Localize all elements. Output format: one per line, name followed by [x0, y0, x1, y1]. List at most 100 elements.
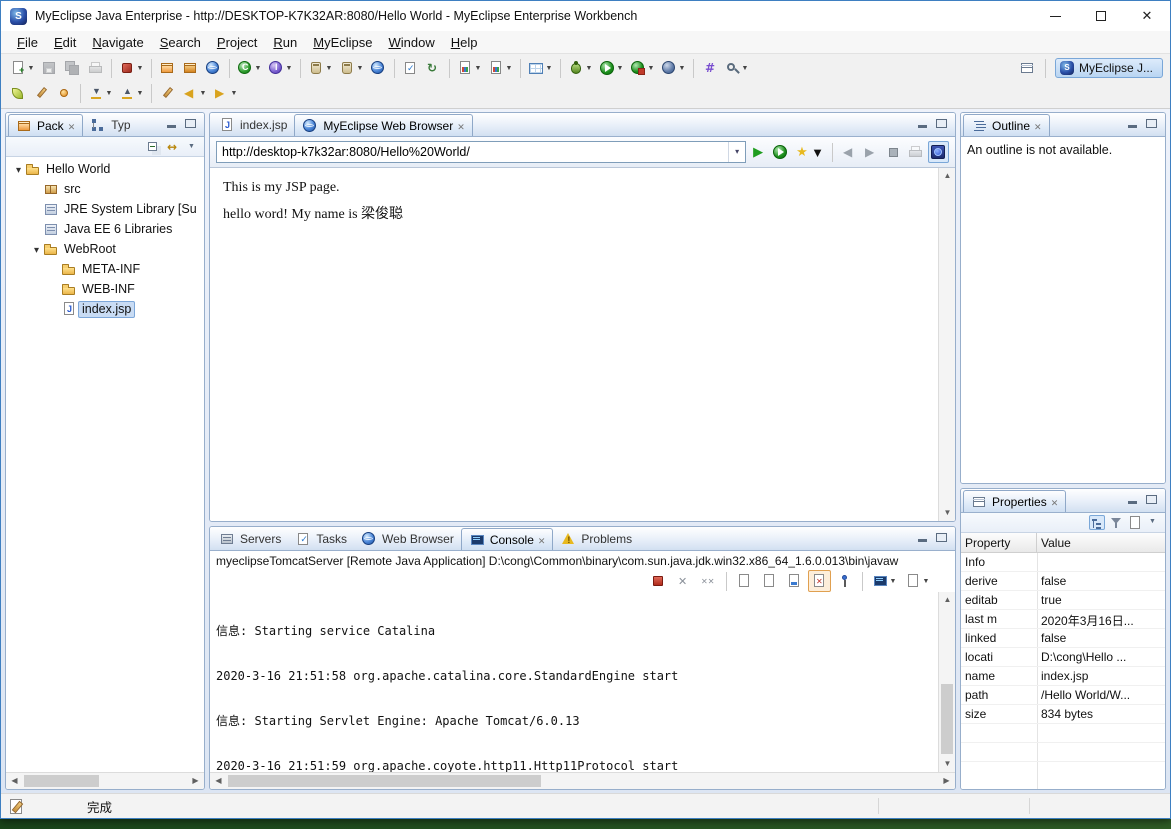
edit-annotation-button[interactable] — [30, 83, 53, 105]
menu-window[interactable]: Window — [380, 32, 442, 53]
show-stdout-button[interactable] — [783, 570, 806, 592]
scrollbar-thumb[interactable] — [941, 684, 953, 754]
show-categories-icon[interactable] — [1089, 515, 1105, 530]
import-jar-button[interactable]: ▼ — [336, 58, 367, 80]
vertical-scrollbar[interactable]: ▲ ▼ — [938, 592, 955, 772]
new-wizard-button[interactable]: ▼ — [7, 58, 38, 80]
maximize-view-button[interactable] — [1144, 493, 1159, 506]
close-button[interactable]: ✕ — [1124, 1, 1170, 31]
menu-help[interactable]: Help — [443, 32, 486, 53]
property-row[interactable]: Info — [961, 553, 1165, 572]
menu-file[interactable]: File — [9, 32, 46, 53]
myeclipse-perspective-button[interactable]: S MyEclipse J... — [1054, 58, 1163, 78]
minimize-view-button[interactable] — [164, 117, 179, 130]
maximize-view-button[interactable] — [934, 531, 949, 544]
maximize-view-button[interactable] — [1144, 117, 1159, 130]
tree-item-web-inf[interactable]: WEB-INF — [6, 279, 204, 299]
scroll-down-icon[interactable]: ▼ — [939, 756, 955, 772]
maximize-view-button[interactable] — [183, 117, 198, 130]
report-design-button[interactable]: ▼ — [485, 58, 516, 80]
browser-forward-button[interactable] — [862, 141, 881, 163]
minimize-view-button[interactable] — [1125, 493, 1140, 506]
url-input[interactable] — [217, 143, 729, 161]
save-button[interactable] — [38, 58, 61, 80]
close-tab-icon[interactable] — [1034, 119, 1042, 133]
scroll-down-icon[interactable]: ▼ — [939, 505, 955, 521]
scroll-lock-button[interactable] — [758, 570, 781, 592]
tree-item-hello-world[interactable]: Hello World — [6, 159, 204, 179]
new-report-button[interactable]: ▼ — [454, 58, 485, 80]
add-favorite-button[interactable]: ▼ — [793, 141, 825, 163]
print-button[interactable] — [84, 58, 107, 80]
tree-item-webroot[interactable]: WebRoot — [6, 239, 204, 259]
tab-type-hierarchy[interactable]: Typ — [83, 114, 137, 136]
external-browser-button[interactable] — [928, 141, 949, 163]
remove-all-launches-button[interactable] — [697, 570, 720, 592]
maximize-view-button[interactable] — [934, 117, 949, 130]
scroll-left-icon[interactable]: ◀ — [6, 773, 23, 789]
horizontal-scrollbar[interactable]: ◀ ▶ — [6, 772, 204, 789]
debug-button[interactable]: ▼ — [565, 58, 596, 80]
open-perspective-icon[interactable] — [1019, 60, 1036, 77]
pin-console-button[interactable] — [833, 570, 856, 592]
property-row[interactable]: path /Hello World/W... — [961, 686, 1165, 705]
view-menu-icon[interactable] — [185, 140, 201, 154]
vertical-scrollbar[interactable]: ▲ ▼ — [938, 168, 955, 521]
maximize-button[interactable] — [1078, 1, 1124, 31]
tab-properties[interactable]: Properties — [963, 490, 1067, 512]
scroll-up-icon[interactable]: ▲ — [939, 168, 955, 184]
column-value[interactable]: Value — [1037, 533, 1165, 552]
collapse-all-icon[interactable] — [147, 140, 163, 154]
tab-web-browser-view[interactable]: Web Browser — [354, 528, 461, 550]
terminate-button[interactable] — [647, 570, 670, 592]
new-class-button[interactable]: ▼ — [234, 58, 265, 80]
scroll-left-icon[interactable]: ◀ — [210, 773, 227, 789]
coverage-button[interactable]: ▼ — [627, 58, 658, 80]
expander-icon[interactable] — [30, 242, 43, 256]
menu-project[interactable]: Project — [209, 32, 265, 53]
toggle-occurrences-button[interactable] — [7, 83, 30, 105]
tree-item-javaee-libraries[interactable]: Java EE 6 Libraries — [6, 219, 204, 239]
browser-back-button[interactable] — [840, 141, 859, 163]
data-table-button[interactable]: ▼ — [525, 58, 556, 80]
tab-web-browser[interactable]: MyEclipse Web Browser — [294, 114, 473, 136]
property-row[interactable]: linked false — [961, 629, 1165, 648]
close-tab-icon[interactable] — [457, 119, 465, 133]
tab-servers[interactable]: Servers — [212, 528, 288, 550]
property-row[interactable]: editab true — [961, 591, 1165, 610]
close-tab-icon[interactable] — [1051, 495, 1059, 509]
tree-item-src[interactable]: src — [6, 179, 204, 199]
save-all-button[interactable] — [61, 58, 84, 80]
next-annotation-button[interactable]: ▼ — [85, 83, 116, 105]
open-console-button[interactable]: ▼ — [902, 570, 933, 592]
property-row[interactable]: derive false — [961, 572, 1165, 591]
validate-button[interactable] — [399, 58, 422, 80]
open-web-browser-button[interactable] — [367, 58, 390, 80]
menu-myeclipse[interactable]: MyEclipse — [305, 32, 380, 53]
property-row[interactable]: locati D:\cong\Hello ... — [961, 648, 1165, 667]
scrollbar-thumb[interactable] — [228, 775, 541, 787]
close-tab-icon[interactable] — [68, 119, 76, 133]
minimize-button[interactable] — [1032, 1, 1078, 31]
tab-problems[interactable]: Problems — [553, 528, 639, 550]
filter-icon[interactable] — [1108, 515, 1124, 530]
manage-deployment-button[interactable] — [179, 58, 202, 80]
tree-item-index-jsp[interactable]: index.jsp — [6, 299, 204, 319]
search-button[interactable]: ▼ — [721, 58, 752, 80]
scroll-up-icon[interactable]: ▲ — [939, 592, 955, 608]
minimize-view-button[interactable] — [915, 531, 930, 544]
deploy-project-button[interactable] — [156, 58, 179, 80]
property-row[interactable]: last m 2020年3月16日... — [961, 610, 1165, 629]
restore-defaults-icon[interactable] — [1127, 515, 1143, 530]
property-row[interactable]: name index.jsp — [961, 667, 1165, 686]
new-interface-button[interactable]: ▼ — [265, 58, 296, 80]
expander-icon[interactable] — [12, 162, 25, 176]
run-on-server-button[interactable] — [202, 58, 225, 80]
print-page-button[interactable] — [906, 141, 925, 163]
tab-console[interactable]: Console — [460, 528, 554, 550]
run-button[interactable]: ▼ — [596, 58, 627, 80]
column-property[interactable]: Property — [961, 533, 1037, 552]
stop-button[interactable] — [884, 141, 903, 163]
open-type-button[interactable] — [698, 58, 721, 80]
scrollbar-thumb[interactable] — [24, 775, 100, 787]
